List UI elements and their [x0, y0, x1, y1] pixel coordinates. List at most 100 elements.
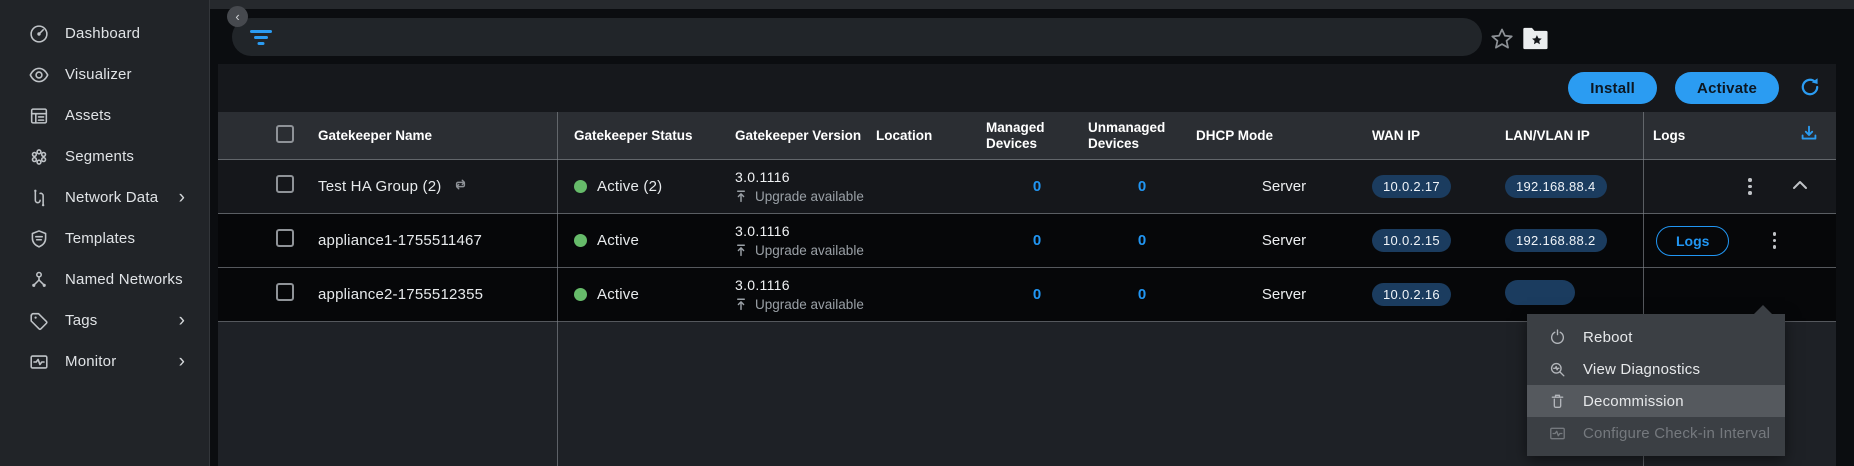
- row-actions-context-menu: Reboot View Diagnostics Decommission Con…: [1527, 314, 1785, 456]
- row-actions-kebab-icon[interactable]: [1742, 176, 1758, 198]
- menu-item-decommission[interactable]: Decommission: [1527, 385, 1785, 417]
- column-header-lan-vlan-ip: LAN/VLAN IP: [1505, 128, 1643, 143]
- chevron-right-icon: ›: [179, 352, 185, 371]
- wan-ip-badge: 10.0.2.15: [1372, 229, 1451, 252]
- row-checkbox[interactable]: [276, 283, 294, 301]
- sidebar-item-label: Visualizer: [65, 66, 132, 83]
- segments-icon: [28, 146, 50, 168]
- search-input[interactable]: [285, 18, 1482, 56]
- sidebar-item-label: Monitor: [65, 353, 116, 370]
- column-header-version: Gatekeeper Version: [735, 128, 876, 143]
- upgrade-note: Upgrade available: [755, 189, 864, 204]
- wan-ip-badge: 10.0.2.16: [1372, 283, 1451, 306]
- table-toolbar: Install Activate: [218, 64, 1836, 112]
- sidebar-item-dashboard[interactable]: Dashboard: [0, 13, 209, 54]
- column-header-wan-ip: WAN IP: [1372, 128, 1505, 143]
- activate-button[interactable]: Activate: [1675, 72, 1779, 104]
- refresh-icon[interactable]: [1797, 75, 1823, 101]
- dashboard-icon: [28, 23, 50, 45]
- managed-devices-count[interactable]: 0: [986, 178, 1088, 195]
- gatekeeper-version: 3.0.1116: [735, 223, 876, 239]
- sidebar-item-tags[interactable]: Tags ›: [0, 300, 209, 341]
- sidebar-item-label: Dashboard: [65, 25, 140, 42]
- column-header-name: Gatekeeper Name: [318, 128, 557, 143]
- column-header-managed-devices: Managed Devices: [986, 120, 1088, 152]
- upgrade-note: Upgrade available: [755, 297, 864, 312]
- column-header-logs: Logs: [1653, 128, 1685, 143]
- tags-icon: [28, 310, 50, 332]
- sidebar-item-templates[interactable]: Templates: [0, 218, 209, 259]
- network-data-icon: [28, 187, 50, 209]
- download-logs-icon[interactable]: [1798, 123, 1820, 148]
- visualizer-icon: [28, 64, 50, 86]
- named-networks-icon: [28, 269, 50, 291]
- chevron-right-icon: ›: [179, 188, 185, 207]
- collapse-group-chevron-icon[interactable]: [1790, 177, 1810, 197]
- upgrade-icon: [735, 190, 747, 203]
- sidebar-item-named-networks[interactable]: Named Networks: [0, 259, 209, 300]
- saved-filters-folder-icon[interactable]: [1521, 25, 1551, 52]
- table-row[interactable]: Test HA Group (2) Active (2) 3.0.1116 Up…: [218, 160, 1836, 214]
- menu-caret: [1754, 305, 1772, 314]
- status-active-dot: [574, 288, 587, 301]
- column-divider: [557, 112, 558, 466]
- monitor-icon: [28, 351, 50, 373]
- gatekeeper-name: Test HA Group (2): [318, 178, 441, 195]
- dhcp-mode-value: Server: [1196, 232, 1372, 249]
- status-label: Active (2): [597, 178, 662, 195]
- sidebar-item-label: Assets: [65, 107, 111, 124]
- status-active-dot: [574, 180, 587, 193]
- gatekeeper-version: 3.0.1116: [735, 277, 876, 293]
- check-in-interval-icon: [1548, 424, 1567, 443]
- lan-vlan-ip-badge: 192.168.88.2: [1505, 229, 1607, 252]
- row-actions-kebab-icon[interactable]: [1766, 230, 1782, 252]
- install-button[interactable]: Install: [1568, 72, 1657, 104]
- table-row[interactable]: appliance1-1755511467 Active 3.0.1116 Up…: [218, 214, 1836, 268]
- sidebar: Dashboard Visualizer Assets Segments Net…: [0, 0, 210, 466]
- menu-item-configure-check-in-interval[interactable]: Configure Check-in Interval: [1527, 417, 1785, 449]
- select-all-checkbox[interactable]: [276, 125, 294, 143]
- sidebar-item-visualizer[interactable]: Visualizer: [0, 54, 209, 95]
- sidebar-item-segments[interactable]: Segments: [0, 136, 209, 177]
- menu-item-reboot[interactable]: Reboot: [1527, 321, 1785, 353]
- gatekeeper-version: 3.0.1116: [735, 169, 876, 185]
- chevron-right-icon: ›: [179, 311, 185, 330]
- decommission-icon: [1548, 392, 1567, 411]
- status-active-dot: [574, 234, 587, 247]
- dhcp-mode-value: Server: [1196, 178, 1372, 195]
- lan-vlan-ip-badge: [1505, 280, 1575, 305]
- row-checkbox[interactable]: [276, 175, 294, 193]
- unmanaged-devices-count[interactable]: 0: [1088, 232, 1196, 249]
- assets-icon: [28, 105, 50, 127]
- sidebar-item-assets[interactable]: Assets: [0, 95, 209, 136]
- managed-devices-count[interactable]: 0: [986, 286, 1088, 303]
- upgrade-icon: [735, 298, 747, 311]
- sidebar-item-label: Templates: [65, 230, 135, 247]
- filter-search-bar[interactable]: [232, 18, 1482, 56]
- column-header-unmanaged-devices: Unmanaged Devices: [1088, 120, 1196, 152]
- managed-devices-count[interactable]: 0: [986, 232, 1088, 249]
- reboot-icon: [1548, 328, 1567, 347]
- view-diagnostics-icon: [1548, 360, 1567, 379]
- upgrade-icon: [735, 244, 747, 257]
- sidebar-item-label: Named Networks: [65, 271, 183, 288]
- status-label: Active: [597, 232, 639, 249]
- top-strip: [210, 0, 1854, 9]
- sidebar-item-network-data[interactable]: Network Data ›: [0, 177, 209, 218]
- column-header-status: Gatekeeper Status: [557, 128, 735, 143]
- wan-ip-badge: 10.0.2.17: [1372, 175, 1451, 198]
- unmanaged-devices-count[interactable]: 0: [1088, 286, 1196, 303]
- ha-group-sync-icon: [452, 176, 469, 198]
- column-header-dhcp-mode: DHCP Mode: [1196, 128, 1372, 143]
- column-header-location: Location: [876, 128, 986, 143]
- logs-button[interactable]: Logs: [1656, 226, 1729, 256]
- row-checkbox[interactable]: [276, 229, 294, 247]
- gatekeeper-name: appliance1-1755511467: [318, 232, 482, 249]
- lan-vlan-ip-badge: 192.168.88.4: [1505, 175, 1607, 198]
- unmanaged-devices-count[interactable]: 0: [1088, 178, 1196, 195]
- sidebar-item-label: Segments: [65, 148, 134, 165]
- sidebar-item-monitor[interactable]: Monitor ›: [0, 341, 209, 382]
- sidebar-collapse-button[interactable]: ‹: [227, 6, 248, 27]
- favorite-star-icon[interactable]: [1489, 26, 1515, 52]
- menu-item-view-diagnostics[interactable]: View Diagnostics: [1527, 353, 1785, 385]
